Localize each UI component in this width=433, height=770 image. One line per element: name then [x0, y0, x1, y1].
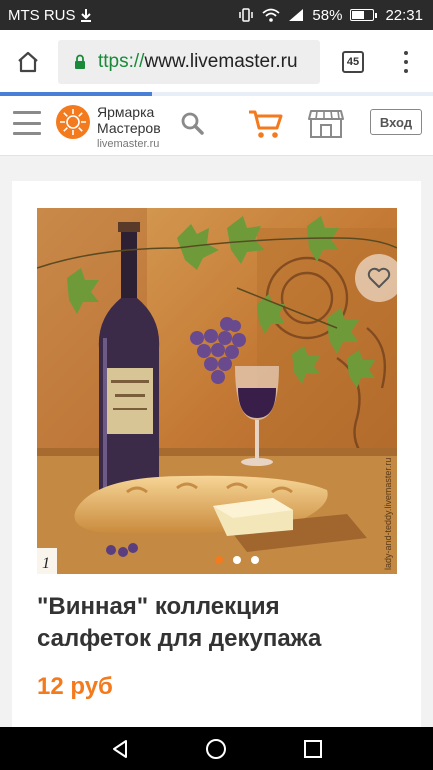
url-scheme: ttps:// — [98, 51, 145, 72]
carrier-label: MTS RUS — [8, 6, 76, 24]
lock-icon — [75, 54, 85, 69]
hamburger-menu-icon[interactable] — [13, 111, 41, 135]
browser-toolbar: ttps://www.livemaster.ru 45 — [0, 30, 433, 94]
search-icon[interactable] — [180, 111, 204, 135]
home-icon — [18, 51, 38, 73]
product-card: lady-and-teddy.livemaster.ru 1 "Винная" … — [12, 181, 421, 731]
logo-line-2: Мастеров — [97, 120, 161, 136]
product-price: 12 руб — [37, 673, 113, 700]
url-host: www.livemaster.ru — [144, 51, 298, 72]
image-watermark: lady-and-teddy.livemaster.ru — [383, 458, 393, 570]
vibrate-icon — [239, 8, 254, 22]
download-icon — [80, 9, 91, 22]
recent-apps-icon[interactable] — [304, 740, 322, 758]
shop-icon[interactable] — [308, 107, 344, 139]
product-title: "Винная" коллекция салфеток для декупажа — [37, 593, 322, 652]
battery-percent: 58% — [312, 6, 343, 24]
site-logo[interactable]: Ярмарка Мастеров livemaster.ru — [97, 104, 161, 152]
tabs-button[interactable]: 45 — [342, 51, 364, 73]
more-menu-button[interactable] — [396, 48, 416, 76]
heart-icon — [367, 267, 391, 288]
screen: MTS RUS 58% 22:31 ttps://www.livemaster.… — [0, 0, 433, 770]
status-bar: MTS RUS 58% 22:31 — [0, 0, 433, 30]
login-button[interactable]: Вход — [370, 109, 422, 135]
site-header: Ярмарка Мастеров livemaster.ru Вход — [0, 96, 433, 156]
carousel-pager — [215, 556, 259, 564]
carousel-dot[interactable] — [251, 556, 259, 564]
cart-icon[interactable] — [248, 108, 284, 140]
address-bar[interactable]: ttps://www.livemaster.ru — [58, 40, 320, 84]
signal-icon — [289, 9, 304, 21]
clock: 22:31 — [385, 6, 423, 24]
product-image[interactable]: lady-and-teddy.livemaster.ru 1 — [37, 208, 397, 574]
logo-icon[interactable] — [55, 104, 91, 140]
carousel-dot[interactable] — [233, 556, 241, 564]
logo-line-1: Ярмарка — [97, 104, 155, 120]
napkin-illustration: lady-and-teddy.livemaster.ru 1 — [37, 208, 397, 574]
back-icon[interactable] — [110, 739, 130, 759]
battery-icon — [350, 9, 378, 21]
home-button[interactable] — [0, 30, 56, 94]
favorite-button[interactable] — [355, 254, 397, 302]
carousel-dot[interactable] — [215, 556, 223, 564]
home-nav-icon[interactable] — [205, 738, 227, 760]
wifi-icon — [262, 8, 281, 22]
system-nav-bar — [0, 727, 433, 770]
image-index: 1 — [42, 555, 50, 572]
logo-domain: livemaster.ru — [97, 138, 160, 150]
